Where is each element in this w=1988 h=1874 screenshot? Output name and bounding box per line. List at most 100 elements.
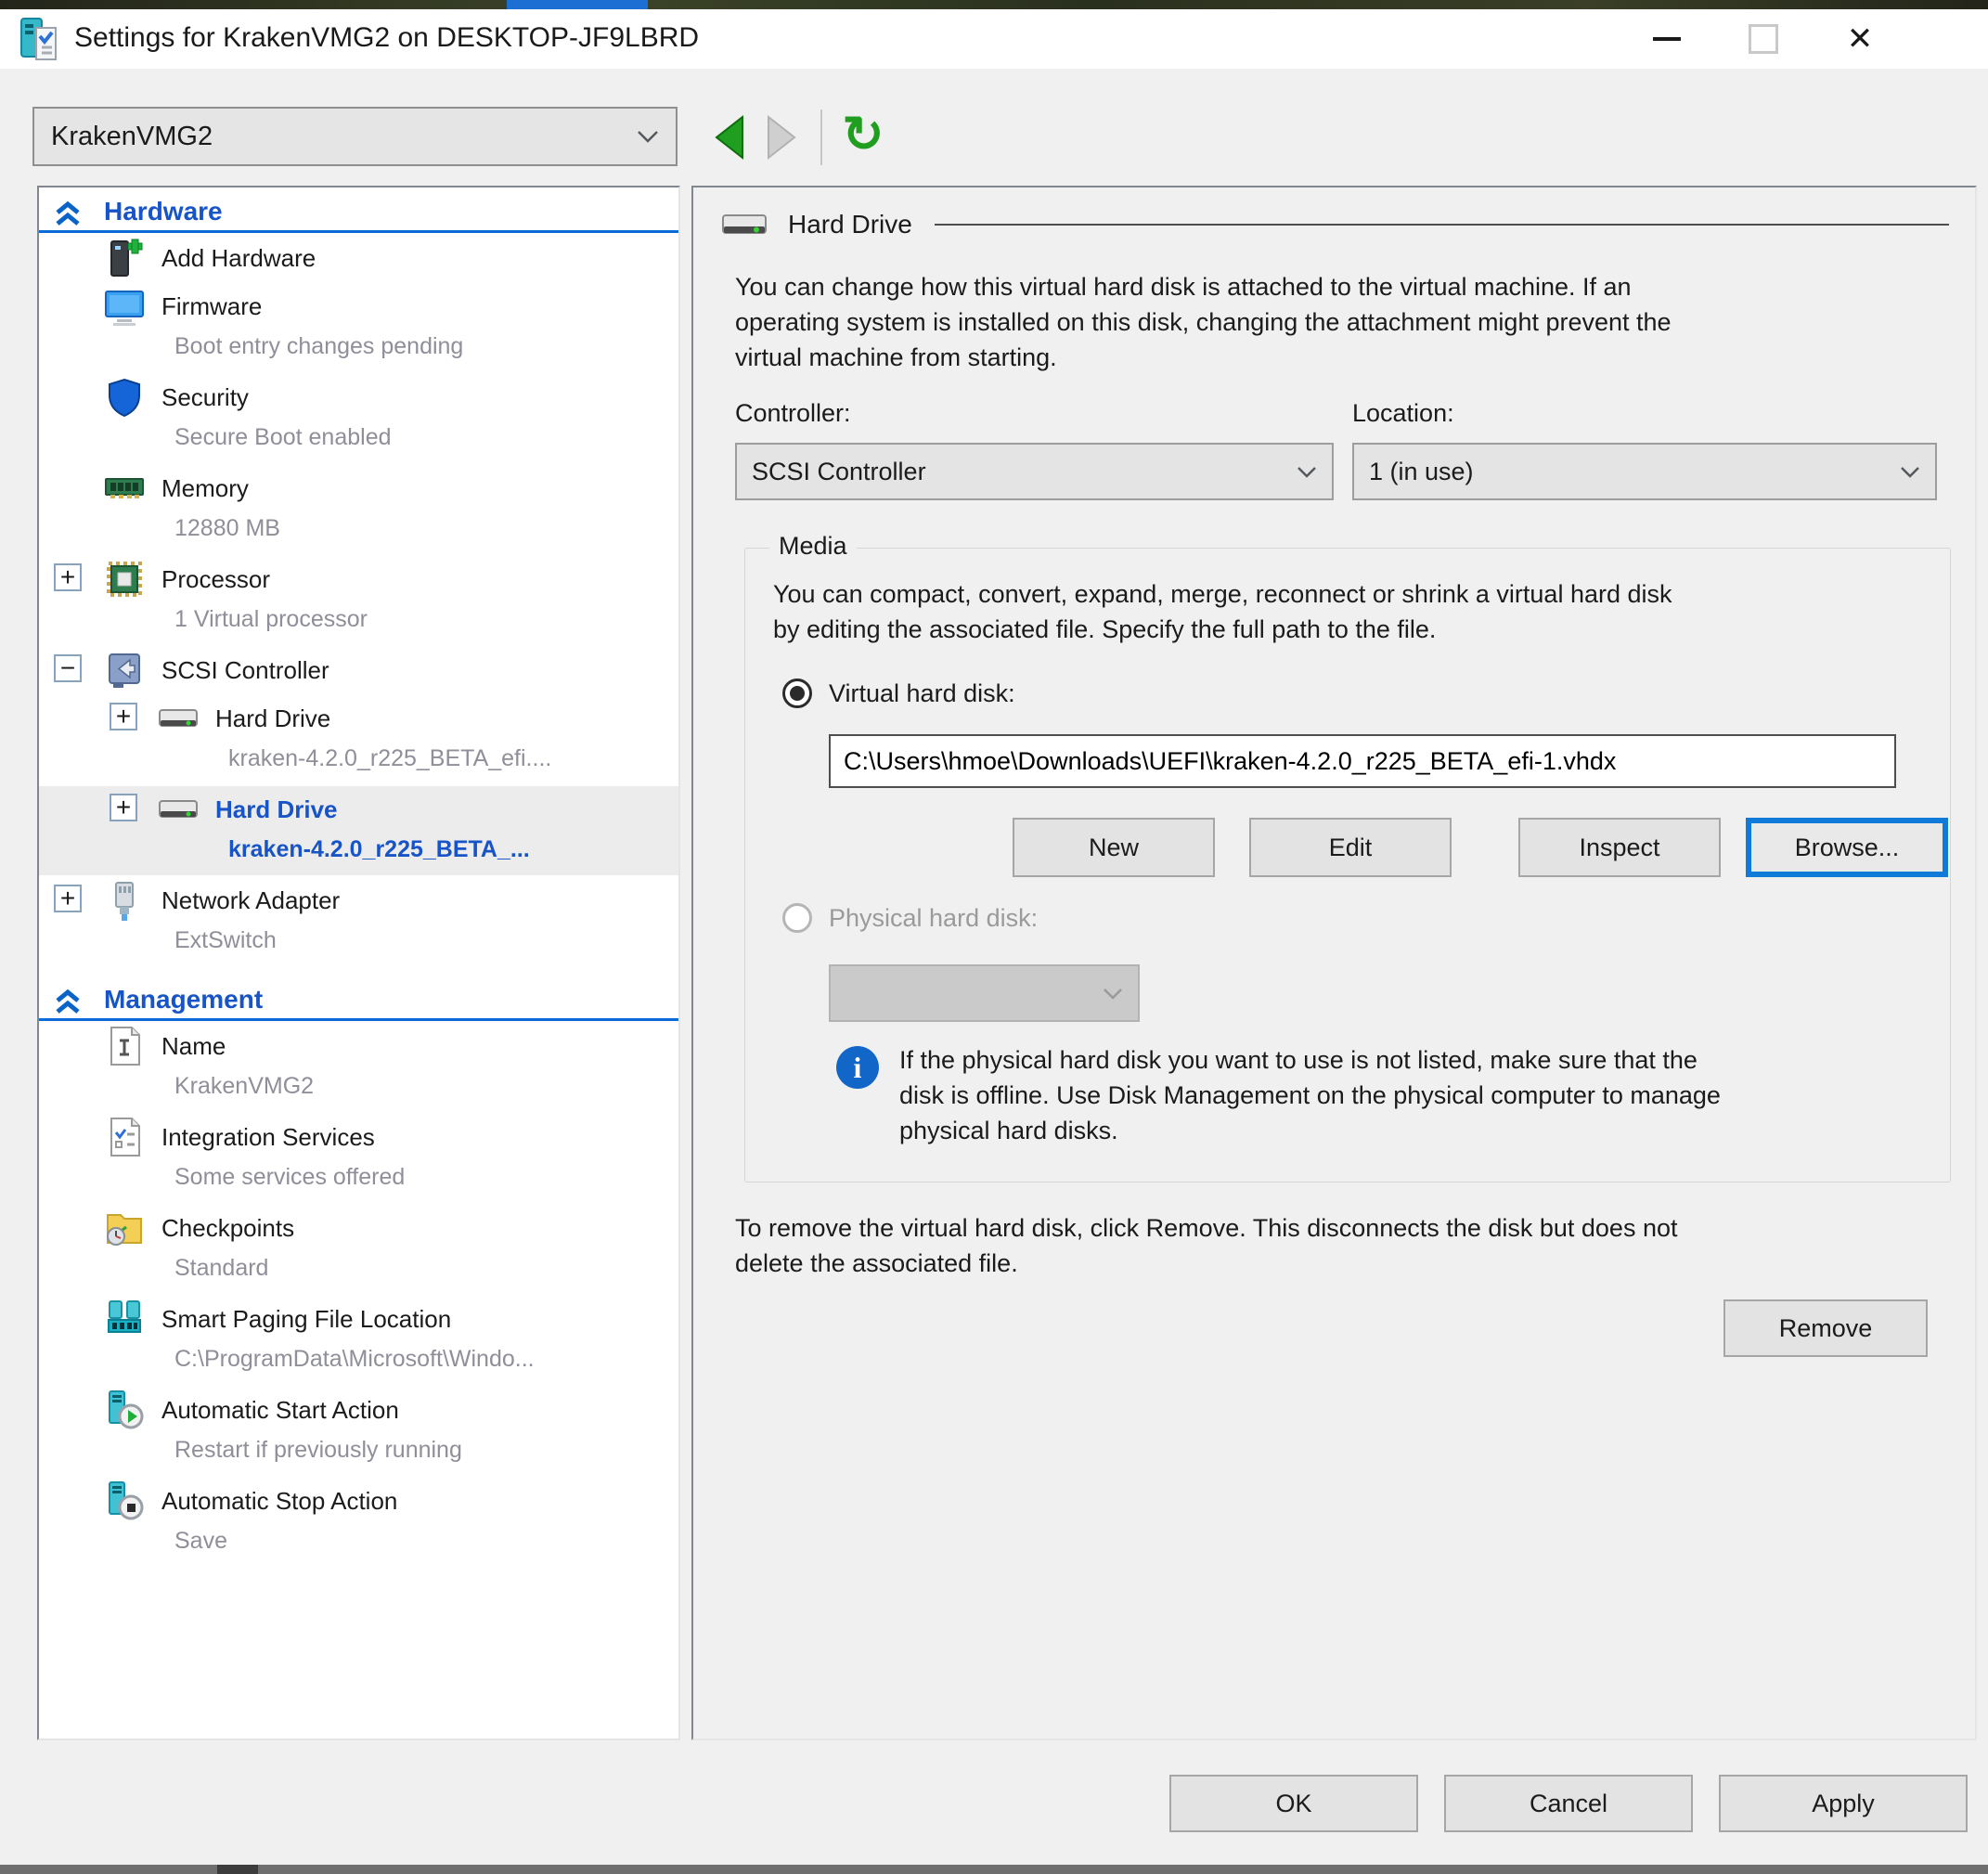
- intro-text: You can change how this virtual hard dis…: [735, 269, 1672, 375]
- remove-button[interactable]: Remove: [1723, 1299, 1928, 1357]
- integration-services-icon: [104, 1117, 145, 1157]
- maximize-button[interactable]: [1717, 9, 1810, 69]
- physical-hard-disk-radio-label: Physical hard disk:: [829, 904, 1038, 933]
- expand-toggle[interactable]: +: [110, 794, 137, 821]
- collapse-toggle[interactable]: −: [54, 654, 82, 682]
- chevron-down-icon: [1103, 988, 1123, 1000]
- virtual-hard-disk-radio[interactable]: [782, 679, 812, 708]
- vm-selector-dropdown[interactable]: KrakenVMG2: [32, 107, 678, 166]
- physical-hard-disk-radio-row: Physical hard disk:: [782, 903, 1038, 933]
- item-label: Hard Drive: [215, 789, 530, 830]
- sidebar-section-hardware[interactable]: Hardware: [39, 187, 678, 233]
- sidebar-item-integration-services[interactable]: Integration Services Some services offer…: [39, 1114, 678, 1203]
- item-status: Boot entry changes pending: [174, 327, 463, 366]
- section-label: Management: [104, 985, 263, 1014]
- apply-button[interactable]: Apply: [1719, 1775, 1968, 1832]
- network-adapter-icon: [104, 880, 145, 921]
- refresh-button[interactable]: ↻: [837, 104, 889, 163]
- vm-selector-value: KrakenVMG2: [51, 122, 637, 152]
- item-label: Security: [161, 377, 392, 418]
- expand-toggle[interactable]: +: [54, 885, 82, 912]
- expand-toggle[interactable]: +: [110, 703, 137, 730]
- sidebar-item-security[interactable]: Security Secure Boot enabled: [39, 374, 678, 463]
- ok-button[interactable]: OK: [1169, 1775, 1418, 1832]
- sidebar-item-hard-drive-2-selected[interactable]: + Hard Drive kraken-4.2.0_r225_BETA_...: [39, 786, 678, 875]
- sidebar-item-scsi-controller[interactable]: − SCSI Controller: [39, 647, 678, 693]
- media-groupbox: Media You can compact, convert, expand, …: [744, 548, 1951, 1183]
- minimize-icon: [1653, 37, 1681, 41]
- item-label: Automatic Stop Action: [161, 1480, 397, 1521]
- item-status: Standard: [174, 1248, 294, 1287]
- close-button[interactable]: ✕: [1814, 9, 1906, 69]
- sidebar-item-name[interactable]: Name KrakenVMG2: [39, 1023, 678, 1112]
- sidebar-item-automatic-start-action[interactable]: Automatic Start Action Restart if previo…: [39, 1387, 678, 1476]
- new-button[interactable]: New: [1013, 818, 1215, 877]
- close-icon: ✕: [1847, 23, 1874, 55]
- panel-header: Hard Drive: [721, 204, 1949, 245]
- item-label: Hard Drive: [215, 698, 551, 739]
- edit-button[interactable]: Edit: [1249, 818, 1452, 877]
- controller-location-row: Controller: SCSI Controller Location: 1 …: [735, 399, 1937, 500]
- item-status: C:\ProgramData\Microsoft\Windo...: [174, 1339, 535, 1378]
- inspect-button[interactable]: Inspect: [1518, 818, 1721, 877]
- security-shield-icon: [104, 377, 145, 418]
- automatic-start-icon: [104, 1389, 145, 1430]
- refresh-icon: ↻: [842, 105, 884, 163]
- scsi-controller-icon: [104, 650, 145, 691]
- item-status: KrakenVMG2: [174, 1066, 314, 1105]
- navigate-back-button[interactable]: [707, 111, 752, 163]
- browse-button[interactable]: Browse...: [1746, 818, 1948, 877]
- sidebar-item-processor[interactable]: + Processor 1 Virtual processor: [39, 556, 678, 645]
- location-label: Location:: [1352, 399, 1937, 428]
- sidebar-section-management[interactable]: Management: [39, 976, 678, 1021]
- hard-drive-icon: [158, 789, 199, 830]
- vhd-path-input[interactable]: [829, 734, 1896, 788]
- intro-line: You can change how this virtual hard dis…: [735, 269, 1672, 304]
- item-status: Secure Boot enabled: [174, 418, 392, 457]
- smart-paging-icon: [104, 1299, 145, 1339]
- item-label: Network Adapter: [161, 880, 340, 921]
- sidebar-item-add-hardware[interactable]: Add Hardware: [39, 235, 678, 281]
- virtual-hard-disk-radio-row: Virtual hard disk:: [782, 679, 1015, 708]
- sidebar-item-automatic-stop-action[interactable]: Automatic Stop Action Save: [39, 1478, 678, 1567]
- expand-toggle[interactable]: +: [54, 563, 82, 591]
- sidebar-item-checkpoints[interactable]: Checkpoints Standard: [39, 1205, 678, 1294]
- desktop-background-strip-bottom: [0, 1865, 1988, 1874]
- cancel-button[interactable]: Cancel: [1444, 1775, 1693, 1832]
- controller-dropdown[interactable]: SCSI Controller: [735, 443, 1334, 500]
- media-group-label: Media: [769, 532, 857, 561]
- sidebar-item-network-adapter[interactable]: + Network Adapter ExtSwitch: [39, 877, 678, 966]
- virtual-hard-disk-radio-label: Virtual hard disk:: [829, 679, 1015, 708]
- titlebar: Settings for KrakenVMG2 on DESKTOP-JF9LB…: [0, 9, 1988, 69]
- media-description-line: You can compact, convert, expand, merge,…: [773, 576, 1672, 612]
- sidebar-item-firmware[interactable]: Firmware Boot entry changes pending: [39, 283, 678, 372]
- sidebar-item-smart-paging-file-location[interactable]: Smart Paging File Location C:\ProgramDat…: [39, 1296, 678, 1385]
- name-icon: [104, 1026, 145, 1066]
- item-label: Integration Services: [161, 1117, 405, 1157]
- item-label: Add Hardware: [161, 238, 316, 278]
- hard-drive-icon: [158, 698, 199, 739]
- desktop-background-strip-top: [0, 0, 1988, 9]
- hyperv-settings-window: Settings for KrakenVMG2 on DESKTOP-JF9LB…: [0, 0, 1988, 1874]
- desktop-blue-segment: [507, 0, 648, 9]
- item-status: kraken-4.2.0_r225_BETA_...: [228, 830, 530, 869]
- navigate-forward-button[interactable]: [759, 111, 804, 163]
- location-value: 1 (in use): [1369, 458, 1900, 486]
- settings-nav-panel: Hardware Add Hardware Firmware Boot entr…: [37, 186, 680, 1740]
- sidebar-item-hard-drive-1[interactable]: + Hard Drive kraken-4.2.0_r225_BETA_efi.…: [39, 695, 678, 784]
- remove-note-line: delete the associated file.: [735, 1246, 1677, 1281]
- minimize-button[interactable]: [1620, 9, 1713, 69]
- info-text: If the physical hard disk you want to us…: [899, 1042, 1721, 1148]
- info-line: physical hard disks.: [899, 1113, 1721, 1148]
- add-hardware-icon: [104, 238, 145, 278]
- physical-hard-disk-radio: [782, 903, 812, 933]
- info-line: disk is offline. Use Disk Management on …: [899, 1078, 1721, 1113]
- intro-line: virtual machine from starting.: [735, 340, 1672, 375]
- memory-icon: [104, 468, 145, 509]
- location-dropdown[interactable]: 1 (in use): [1352, 443, 1937, 500]
- collapse-section-icon: [54, 989, 82, 1016]
- item-label: SCSI Controller: [161, 650, 329, 691]
- item-label: Name: [161, 1026, 314, 1066]
- panel-title: Hard Drive: [788, 210, 912, 239]
- sidebar-item-memory[interactable]: Memory 12880 MB: [39, 465, 678, 554]
